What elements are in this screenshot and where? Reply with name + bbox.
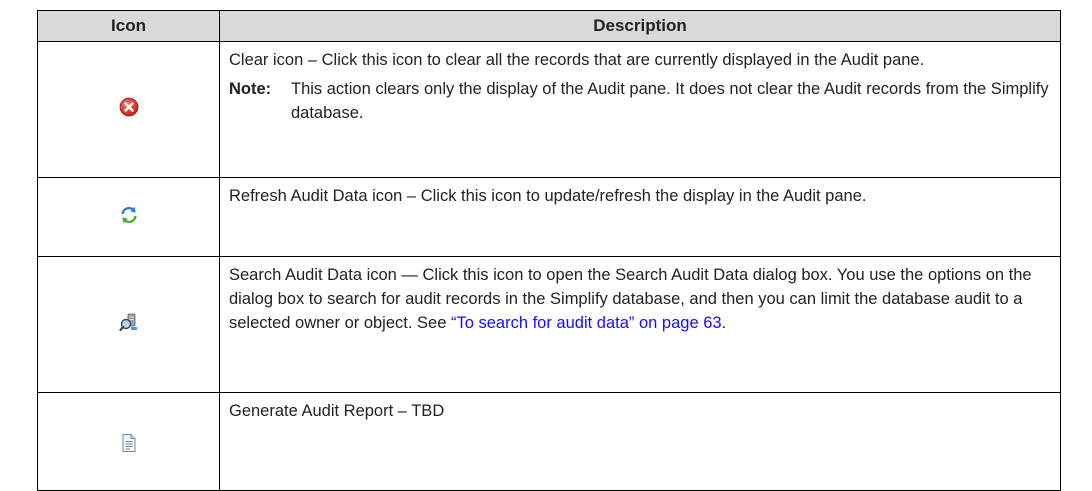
table-row: Refresh Audit Data icon – Click this ico… [37,177,1061,257]
clear-icon [119,97,139,122]
icon-cell [37,256,220,393]
refresh-icon [119,205,139,230]
row-description: Generate Audit Report – TBD [229,402,445,420]
icon-column-header: Icon [37,10,220,42]
row-description: Refresh Audit Data icon – Click this ico… [229,187,867,205]
table-row: Generate Audit Report – TBD [37,392,1061,491]
description-end: . [721,314,727,332]
row-description: Search Audit Data icon — Click this icon… [229,263,1050,335]
note-text: This action clears only the display of t… [291,80,1049,122]
page-reference-link[interactable]: “To search for audit data” on page 63 [451,314,722,332]
table-row: Search Audit Data icon — Click this icon… [37,256,1061,393]
icon-cell [37,41,220,178]
search-audit-data-icon [118,312,139,337]
description-cell: Search Audit Data icon — Click this icon… [219,256,1061,393]
icon-description-table: Icon Description Clear icon – Click this… [37,10,1061,491]
note: Note: This action clears only the display… [229,77,1050,125]
row-description: Clear icon – Click this icon to clear al… [229,51,925,69]
table-row: Clear icon – Click this icon to clear al… [37,41,1061,178]
description-cell: Generate Audit Report – TBD [219,392,1061,491]
note-label: Note: [229,80,272,98]
icon-cell [37,392,220,491]
icon-cell [37,177,220,257]
header-row: Icon Description [37,10,1061,42]
description-cell: Refresh Audit Data icon – Click this ico… [219,177,1061,257]
description-column-header: Description [219,10,1061,42]
description-cell: Clear icon – Click this icon to clear al… [219,41,1061,178]
report-document-icon [119,433,139,458]
